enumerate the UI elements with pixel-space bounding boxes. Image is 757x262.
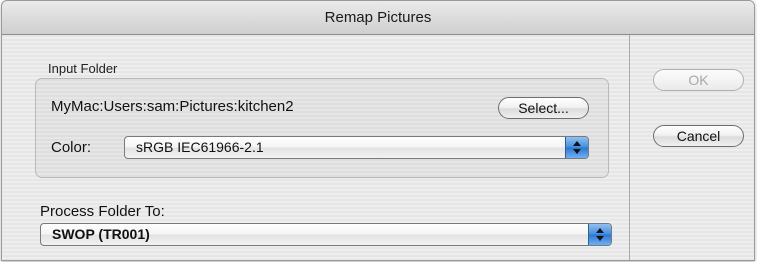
select-button[interactable]: Select...: [498, 97, 589, 119]
process-folder-label: Process Folder To:: [40, 203, 165, 220]
ok-button[interactable]: OK: [653, 69, 744, 91]
popup-arrows-icon: [588, 224, 611, 245]
remap-pictures-dialog: Remap Pictures Input Folder MyMac:Users:…: [1, 0, 755, 261]
input-folder-path: MyMac:Users:sam:Pictures:kitchen2: [51, 98, 294, 115]
color-label: Color:: [51, 139, 92, 156]
process-folder-popup-value: SWOP (TR001): [52, 226, 150, 242]
input-folder-group-label: Input Folder: [48, 61, 118, 76]
color-popup[interactable]: sRGB IEC61966-2.1: [124, 136, 589, 159]
cancel-button[interactable]: Cancel: [653, 125, 744, 147]
popup-arrows-icon: [565, 137, 588, 158]
input-folder-group: [35, 78, 609, 178]
color-popup-value: sRGB IEC61966-2.1: [136, 139, 264, 155]
vertical-divider: [629, 35, 630, 260]
window-title: Remap Pictures: [2, 1, 754, 35]
process-folder-popup[interactable]: SWOP (TR001): [40, 223, 612, 246]
